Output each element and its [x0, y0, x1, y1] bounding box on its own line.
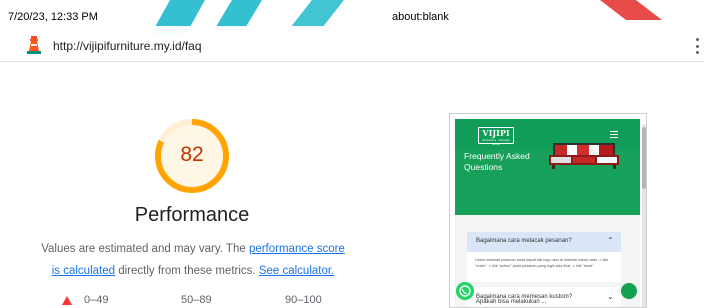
whatsapp-icon	[456, 282, 474, 300]
legend-average: 50–89	[181, 294, 212, 306]
desc-text-2: directly from these metrics.	[115, 265, 259, 277]
site-logo-text: VIJIPI	[482, 128, 510, 138]
legend-pass-range: 90–100	[285, 294, 322, 306]
is-calculated-link[interactable]: is calculated	[52, 265, 115, 277]
fail-triangle-icon	[62, 295, 72, 305]
kebab-menu-icon[interactable]	[694, 38, 700, 54]
print-page-title: about:blank	[392, 11, 449, 23]
legend-average-range: 50–89	[181, 294, 212, 306]
site-logo: VIJIPI furniture · Design Shop	[478, 127, 514, 146]
print-header: 7/20/23, 12:33 PM about:blank	[0, 0, 704, 26]
chevron-up-icon: ⌃	[607, 236, 614, 245]
site-fab-icon	[619, 281, 639, 301]
see-calculator-link[interactable]: See calculator.	[259, 265, 334, 277]
legend-fail-range: 0–49	[84, 294, 109, 306]
faq-next-question: Apakah bisa melakukan ...	[476, 299, 547, 305]
faq-item-open: Bagaimana cara melacak pesanan? ⌃	[467, 232, 621, 252]
report-url-bar: http://vijipifurniture.my.id/faq	[0, 26, 704, 62]
print-datetime: 7/20/23, 12:33 PM	[8, 11, 98, 23]
sofa-image	[549, 143, 619, 169]
performance-score: 82	[180, 143, 204, 166]
page-screenshot-thumbnail: VIJIPI furniture · Design Shop Frequentl…	[449, 113, 647, 308]
hero-title: Frequently Asked Questions	[464, 151, 530, 172]
performance-score-link[interactable]: performance score	[249, 243, 345, 255]
site-logo-tagline: furniture · Design Shop	[482, 138, 510, 146]
faq-open-question: Bagaimana cara melacak pesanan?	[476, 238, 572, 244]
performance-description: Values are estimated and may vary. The p…	[18, 238, 368, 282]
hamburger-menu-icon	[610, 131, 618, 138]
legend-pass: 90–100	[285, 294, 322, 306]
performance-label: Performance	[134, 204, 250, 226]
thumbnail-scroll-thumb	[642, 127, 646, 189]
lighthouse-icon	[27, 36, 41, 54]
legend-fail: 0–49	[62, 294, 108, 306]
faq-open-answer: Untuk melacak pesanan anda dapat klik lo…	[467, 252, 621, 282]
desc-text-1: Values are estimated and may vary. The	[41, 243, 249, 255]
faq-answer-text: Untuk melacak pesanan anda dapat klik lo…	[475, 258, 609, 268]
chevron-down-icon: ⌄	[607, 292, 614, 301]
report-url[interactable]: http://vijipifurniture.my.id/faq	[53, 39, 202, 53]
